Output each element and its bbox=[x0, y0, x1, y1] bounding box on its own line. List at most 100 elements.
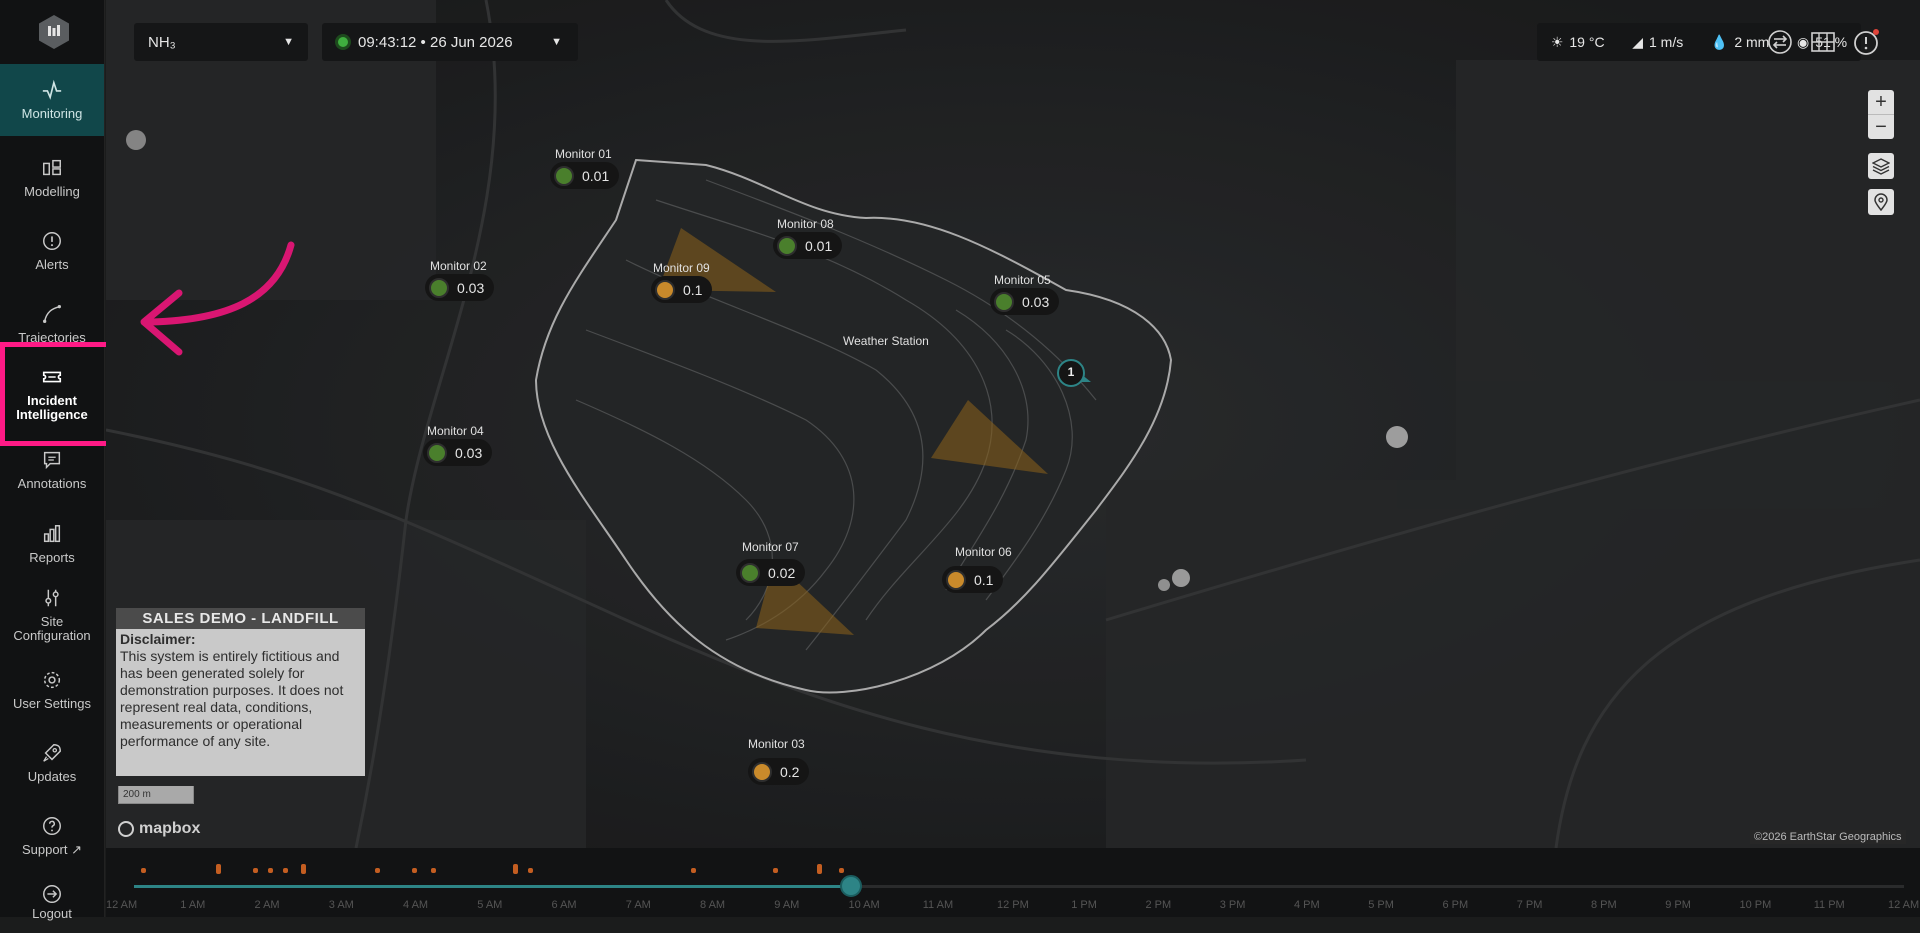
monitor-value: 0.03 bbox=[457, 279, 485, 296]
monitor-04-marker[interactable]: 0.03 bbox=[423, 439, 493, 466]
monitor-01-marker[interactable]: 0.01 bbox=[550, 162, 620, 189]
layers-button[interactable] bbox=[1868, 153, 1894, 179]
location-button[interactable] bbox=[1868, 189, 1894, 215]
sidebar-item-annotations[interactable]: Annotations bbox=[0, 434, 104, 506]
incident-event-marker[interactable] bbox=[839, 868, 845, 873]
incident-event-marker[interactable] bbox=[512, 864, 518, 874]
monitor-value: 0.1 bbox=[683, 281, 703, 298]
wind-icon: ◢ bbox=[1632, 33, 1643, 50]
monitor-05-marker[interactable]: 0.03 bbox=[990, 288, 1060, 315]
map-attribution[interactable]: ©2026 EarthStar Geographics bbox=[1750, 830, 1906, 844]
notifications-button[interactable] bbox=[1850, 25, 1884, 59]
datetime-select[interactable]: 09:43:12 • 26 Jun 2026 ▼ bbox=[322, 23, 578, 61]
incident-event-marker[interactable] bbox=[375, 868, 381, 873]
site-title: SALES DEMO - LANDFILL bbox=[116, 608, 365, 629]
incident-event-marker[interactable] bbox=[141, 868, 147, 873]
incident-event-marker[interactable] bbox=[301, 864, 307, 874]
status-dot bbox=[427, 442, 447, 463]
monitor-09-marker[interactable]: 0.1 bbox=[651, 276, 713, 303]
monitor-06-label: Monitor 06 bbox=[955, 545, 1012, 559]
monitor-08-marker[interactable]: 0.01 bbox=[773, 232, 843, 259]
plus-icon: + bbox=[1875, 91, 1887, 113]
sidebar-item-incident-intelligence[interactable]: Incident Intelligence bbox=[0, 354, 104, 434]
incident-event-marker[interactable] bbox=[817, 864, 823, 874]
support-label: Support bbox=[21, 842, 68, 857]
incident-event-marker[interactable] bbox=[690, 868, 696, 873]
sidebar-item-updates[interactable]: Updates bbox=[0, 727, 104, 799]
incident-event-marker[interactable] bbox=[252, 868, 258, 873]
timeline-progress bbox=[134, 885, 851, 888]
status-dot bbox=[655, 279, 675, 300]
monitor-03-marker[interactable]: 0.2 bbox=[748, 758, 810, 785]
monitor-08-label: Monitor 08 bbox=[777, 217, 834, 231]
timeline-tick-label: 7 AM bbox=[625, 899, 651, 911]
monitor-value: 0.01 bbox=[582, 167, 610, 184]
weather-station-marker[interactable]: 1 bbox=[1053, 355, 1093, 395]
grid-layers-icon bbox=[43, 159, 61, 176]
gas-select[interactable]: NH₃ ▼ bbox=[134, 23, 308, 61]
sidebar-item-trajectories[interactable]: Trajectories bbox=[0, 288, 104, 360]
monitor-02-marker[interactable]: 0.03 bbox=[425, 274, 495, 301]
timeline-tick-label: 11 PM bbox=[1813, 899, 1845, 911]
timeline-tick-label: 11 AM bbox=[922, 899, 954, 911]
trajectory-icon bbox=[43, 305, 61, 323]
zoom-out-button[interactable]: − bbox=[1868, 115, 1894, 139]
ticket-icon bbox=[42, 371, 62, 383]
disclaimer-text: This system is entirely fictitious and h… bbox=[120, 648, 344, 749]
monitor-04-label: Monitor 04 bbox=[427, 424, 484, 438]
satellite-basemap bbox=[106, 0, 1920, 848]
sidebar-item-label: Reports bbox=[29, 550, 75, 565]
sidebar-item-logout[interactable]: Logout bbox=[0, 873, 104, 933]
comment-icon bbox=[43, 451, 61, 470]
table-grid-icon bbox=[1811, 32, 1835, 52]
timeline-scrubber-handle[interactable] bbox=[839, 875, 862, 897]
incident-event-marker[interactable] bbox=[267, 868, 273, 873]
map-canvas[interactable]: Monitor 01 0.01 Monitor 08 0.01 Monitor … bbox=[106, 0, 1920, 848]
timeline-tick-label: 6 AM bbox=[551, 899, 577, 911]
timeline-tick-label: 8 PM bbox=[1591, 899, 1617, 911]
swap-button[interactable] bbox=[1763, 25, 1797, 59]
monitor-07-marker[interactable]: 0.02 bbox=[736, 559, 806, 586]
logout-icon bbox=[43, 885, 61, 903]
timeline-tick-label: 6 PM bbox=[1442, 899, 1469, 911]
sidebar-item-site-configuration[interactable]: Site Configuration bbox=[0, 575, 104, 655]
status-dot bbox=[777, 235, 797, 256]
sidebar-item-reports[interactable]: Reports bbox=[0, 508, 104, 580]
bar-chart-icon bbox=[43, 525, 61, 543]
sidebar-item-label: Annotations bbox=[17, 476, 87, 491]
incident-event-marker[interactable] bbox=[412, 868, 418, 873]
map-scale: 200 m bbox=[118, 786, 194, 804]
sidebar-item-support[interactable]: Support ↗ bbox=[0, 800, 104, 872]
caret-down-icon: ▼ bbox=[551, 36, 562, 48]
sidebar-item-label: Support ↗ bbox=[22, 843, 82, 857]
incident-event-marker[interactable] bbox=[215, 864, 221, 874]
incident-event-marker[interactable] bbox=[431, 868, 436, 873]
grid-view-button[interactable] bbox=[1806, 25, 1840, 59]
timeline-tick-label: 12 PM bbox=[997, 899, 1029, 911]
incident-event-marker[interactable] bbox=[772, 868, 778, 873]
timeline-tick-label: 4 AM bbox=[403, 899, 429, 911]
sun-icon: ☀ bbox=[1550, 33, 1564, 50]
mapbox-logo[interactable]: mapbox bbox=[118, 820, 200, 838]
sidebar-item-alerts[interactable]: Alerts bbox=[0, 215, 104, 287]
sidebar-item-label: Site Configuration bbox=[13, 614, 91, 643]
sidebar-item-label: Incident Intelligence bbox=[16, 393, 88, 422]
timeline-tick-label: 12 AM bbox=[1888, 899, 1920, 911]
monitor-02-label: Monitor 02 bbox=[430, 259, 487, 273]
timeline-tick-label: 1 PM bbox=[1071, 899, 1097, 911]
zoom-in-button[interactable]: + bbox=[1868, 90, 1894, 115]
weather-station-count: 1 bbox=[1067, 365, 1075, 379]
monitor-06-marker[interactable]: 0.1 bbox=[942, 566, 1004, 593]
sidebar-item-user-settings[interactable]: User Settings bbox=[0, 654, 104, 726]
status-dot bbox=[554, 165, 574, 186]
incident-event-marker[interactable] bbox=[282, 868, 288, 873]
monitor-01-label: Monitor 01 bbox=[555, 147, 612, 161]
monitor-value: 0.03 bbox=[1022, 293, 1050, 310]
app-logo-icon[interactable] bbox=[37, 14, 71, 50]
sidebar-item-monitoring[interactable]: Monitoring bbox=[0, 64, 104, 136]
mapbox-icon bbox=[118, 821, 134, 837]
timeline-tick-label: 10 AM bbox=[848, 899, 880, 911]
sidebar-item-modelling[interactable]: Modelling bbox=[0, 142, 104, 214]
incident-event-marker[interactable] bbox=[527, 868, 533, 873]
monitor-value: 0.02 bbox=[768, 564, 796, 581]
